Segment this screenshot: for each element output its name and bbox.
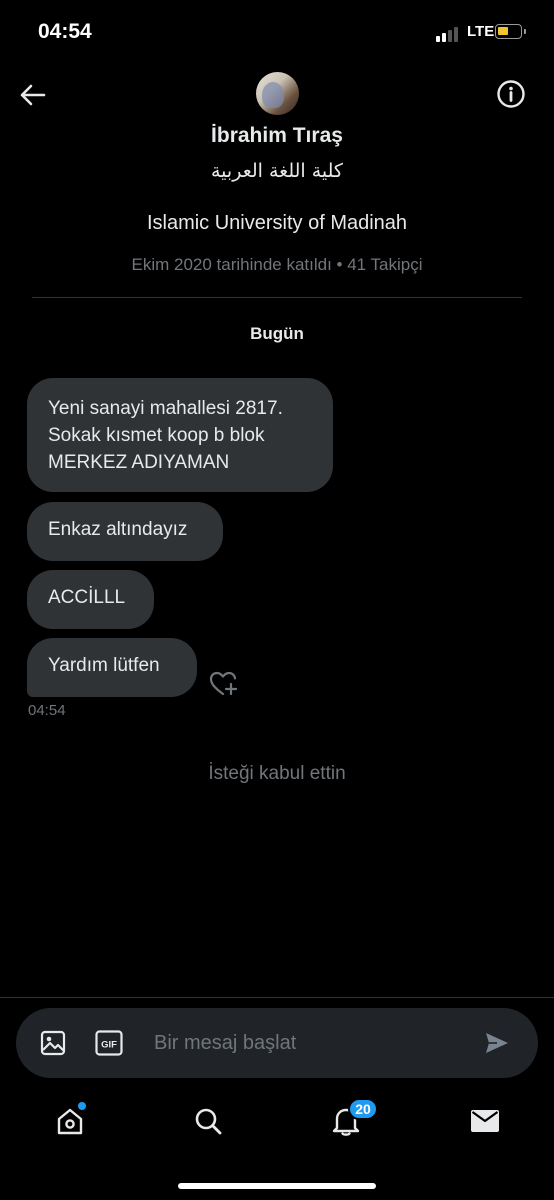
- nav-search[interactable]: [188, 1101, 228, 1141]
- message-text: Enkaz altındayız: [48, 519, 188, 540]
- search-icon: [195, 1108, 222, 1135]
- mail-icon: [471, 1110, 499, 1132]
- message-bubble[interactable]: Yardım lütfen: [27, 638, 197, 697]
- divider: [32, 297, 522, 298]
- react-button[interactable]: [207, 667, 241, 701]
- message-bubble[interactable]: Enkaz altındayız: [27, 502, 223, 561]
- unread-dot: [78, 1102, 86, 1110]
- nav-home[interactable]: [50, 1101, 90, 1141]
- request-accepted-note: İsteği kabul ettin: [208, 763, 346, 784]
- send-icon: [486, 1033, 508, 1053]
- heart-plus-icon: [209, 671, 238, 696]
- message-text: MERKEZ ADIYAMAN: [48, 452, 230, 473]
- nav-notifications[interactable]: 20: [326, 1098, 378, 1141]
- notifications-badge: 20: [348, 1098, 378, 1120]
- nav-messages[interactable]: [465, 1101, 505, 1141]
- status-time: 04:54: [38, 20, 92, 43]
- info-button[interactable]: [494, 77, 528, 111]
- divider: [0, 997, 554, 998]
- profile-name[interactable]: İbrahim Tıraş: [0, 124, 554, 148]
- arrow-left-icon: [20, 84, 46, 106]
- back-button[interactable]: [16, 78, 50, 112]
- message-text: Sokak kısmet koop b blok: [48, 425, 265, 446]
- gif-icon: GIF: [95, 1030, 123, 1056]
- day-label: Bugün: [250, 324, 304, 343]
- profile-bio: Islamic University of Madinah: [146, 212, 408, 234]
- message-bubble[interactable]: Yeni sanayi mahallesi 2817. Sokak kısmet…: [27, 378, 333, 492]
- battery-icon: [495, 24, 526, 39]
- profile-handle: كلية اللغة العربية: [211, 160, 343, 182]
- send-button[interactable]: [482, 1028, 512, 1058]
- image-icon: [40, 1030, 66, 1056]
- message-bubble[interactable]: ACCİLLL: [27, 570, 154, 629]
- dm-conversation-screen: 04:54 LTE İbrahim Tıraş كلية اللغة العرب…: [0, 0, 554, 1200]
- message-text: Yeni sanayi mahallesi 2817.: [48, 398, 283, 419]
- home-indicator: [178, 1183, 376, 1189]
- message-text: Yardım lütfen: [48, 655, 160, 676]
- add-media-button[interactable]: [38, 1028, 68, 1058]
- gif-button[interactable]: GIF: [94, 1029, 124, 1057]
- message-composer: GIF: [16, 1008, 538, 1078]
- gif-label: GIF: [101, 1040, 117, 1051]
- profile-meta: Ekim 2020 tarihinde katıldı • 41 Takipçi: [131, 255, 423, 274]
- signal-icon: [436, 24, 462, 42]
- info-circle-icon: [497, 80, 525, 108]
- message-text: ACCİLLL: [48, 587, 126, 608]
- home-icon: [57, 1108, 83, 1135]
- avatar[interactable]: [256, 72, 299, 115]
- message-timestamp: 04:54: [28, 702, 66, 719]
- network-type: LTE: [467, 23, 495, 40]
- message-input[interactable]: [154, 1028, 464, 1058]
